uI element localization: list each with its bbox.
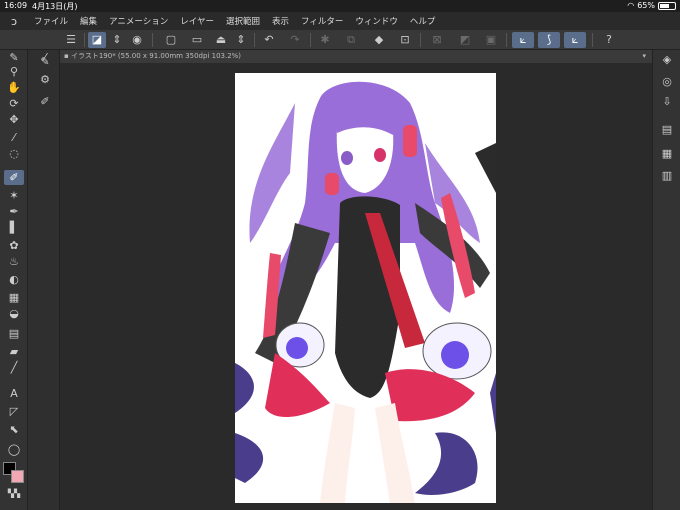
gradient-icon[interactable]: ▦ [4,290,24,305]
wifi-icon: ◠ [627,1,635,10]
copy-icon[interactable]: ⧉ [342,32,360,48]
layer-tool-icon[interactable]: ▤ [4,326,24,341]
history-icon[interactable]: ▥ [658,168,676,184]
transform-icon[interactable]: ▣ [482,32,500,48]
balloon-icon[interactable]: ◯ [4,442,24,457]
divider [152,33,153,47]
divider [506,33,507,47]
tool-palette: ✎ ⚲ ✋ ⟳ ✥ ⁄ ◌ ✐ ✶ ✒ ▌ ✿ ♨ ◐ ▦ ◒ ▤ ▰ ╱ A … [0,50,28,510]
illustration-artwork [235,81,496,503]
menu-file[interactable]: ファイル [28,15,74,27]
brush-icon[interactable]: ✐ [4,170,24,185]
redo-icon[interactable]: ↷ [286,32,304,48]
stepper-icon[interactable]: ⇕ [232,32,250,48]
battery-percent: 65% [637,1,655,10]
water-icon[interactable]: ♨ [4,254,24,269]
blur-icon[interactable]: ◐ [4,272,24,287]
rotate-icon[interactable]: ⟳ [4,96,24,111]
menu-selection[interactable]: 選択範囲 [220,15,266,27]
battery-icon [658,1,676,10]
menu-icon[interactable]: ☰ [62,32,80,48]
material-icon[interactable]: ▦ [658,146,676,162]
import-icon[interactable]: ⇩ [658,94,676,110]
open-icon[interactable]: ▭ [188,32,206,48]
fill-bucket-icon[interactable]: ◒ [4,306,24,321]
sub-color-swatch[interactable] [11,470,24,483]
star-icon[interactable]: ✶ [4,188,24,203]
subtool-add-icon[interactable]: ✎ [36,54,54,70]
status-bar: 16:09 4月13日(月) ◠ 65% [0,0,680,12]
help-icon[interactable]: ? [600,32,618,48]
zoom-icon[interactable]: ⚲ [4,64,24,79]
canvas-workspace[interactable] [60,63,652,510]
crop-icon[interactable]: ⊡ [396,32,414,48]
marker-icon[interactable]: ▌ [4,220,24,235]
menu-edit[interactable]: 編集 [74,15,103,27]
navigator-icon[interactable]: ◎ [658,74,676,90]
pen-icon[interactable]: ✎ [4,50,24,65]
transparent-color-icon[interactable]: ▚▚ [4,486,24,501]
menu-window[interactable]: ウィンドウ [349,15,404,27]
eraser-icon[interactable]: ▰ [4,344,24,359]
select-icon[interactable]: ⬉ [4,422,24,437]
brush-size-icon[interactable]: ◉ [128,32,146,48]
divider [310,33,311,47]
layers-icon[interactable]: ◈ [658,52,676,68]
save-icon[interactable]: ⏏ [212,32,230,48]
invert-selection-icon[interactable]: ◩ [456,32,474,48]
canvas-tab-label: イラスト190* (55.00 x 91.00mm 350dpi 103.2%) [70,52,242,60]
line-icon[interactable]: ╱ [4,360,24,375]
subtool-settings-icon[interactable]: ⚙ [36,72,54,88]
divider [592,33,593,47]
clock: 16:09 [4,1,28,10]
canvas-tab-title: ▪ イラスト190* (55.00 x 91.00mm 350dpi 103.2… [64,52,242,60]
film-icon[interactable]: ▤ [658,122,676,138]
divider [420,33,421,47]
hand-icon[interactable]: ✋ [4,80,24,95]
eyedropper-icon[interactable]: ⁄ [4,130,24,145]
new-canvas-icon[interactable]: ▢ [162,32,180,48]
tab-menu-icon[interactable]: ▾ [642,50,646,63]
clear-icon[interactable]: ✱ [316,32,334,48]
pen-tool-icon[interactable]: ✒ [4,204,24,219]
canvas[interactable] [235,73,496,503]
airbrush-icon[interactable]: ✿ [4,238,24,253]
canvas-tab[interactable]: ▪ イラスト190* (55.00 x 91.00mm 350dpi 103.2… [60,50,652,63]
menu-animation[interactable]: アニメーション [103,15,174,27]
command-bar: ☰ ◪ ⇕ ◉ ▢ ▭ ⏏ ⇕ ↶ ↷ ✱ ⧉ ◆ ⊡ ⊠ ◩ ▣ ⟀ ⟆ ⟀ … [0,30,680,50]
divider [254,33,255,47]
sub-tool-palette: ⁄ ✎ ⚙ ✐ [28,50,60,510]
layer-select-icon[interactable]: ◪ [88,32,106,48]
stepper-icon[interactable]: ⇕ [108,32,126,48]
text-icon[interactable]: A [4,386,24,401]
move-icon[interactable]: ✥ [4,112,24,127]
menu-layer[interactable]: レイヤー [174,15,220,27]
fill-icon[interactable]: ◆ [370,32,388,48]
menu-help[interactable]: ヘルプ [404,15,442,27]
menu-view[interactable]: 表示 [266,15,295,27]
stabilizer-high-icon[interactable]: ⟀ [564,32,586,48]
ruler-icon[interactable]: ◸ [4,404,24,419]
lasso-icon[interactable]: ◌ [4,146,24,161]
divider [84,33,85,47]
menu-bar: ↄ ファイル 編集 アニメーション レイヤー 選択範囲 表示 フィルター ウィン… [0,12,680,30]
subtool-property-icon[interactable]: ✐ [36,94,54,110]
status-right: ◠ 65% [627,1,676,10]
app-logo-icon[interactable]: ↄ [0,15,28,28]
undo-icon[interactable]: ↶ [260,32,278,48]
stabilizer-icon[interactable]: ⟀ [512,32,534,48]
deselect-icon[interactable]: ⊠ [428,32,446,48]
right-panel: ◈ ◎ ⇩ ▤ ▦ ▥ [652,50,680,510]
stabilizer-mid-icon[interactable]: ⟆ [538,32,560,48]
date: 4月13日(月) [32,2,78,11]
menu-filter[interactable]: フィルター [295,15,349,27]
battery-fill [660,3,670,8]
